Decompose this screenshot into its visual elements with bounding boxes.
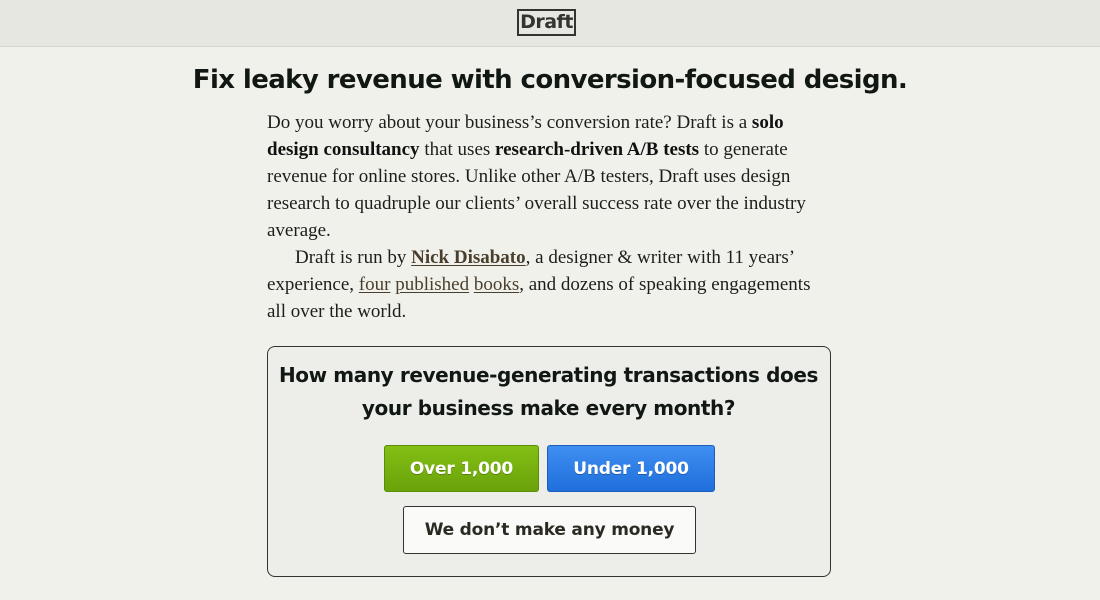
book-link-books[interactable]: books (474, 274, 519, 295)
over-1000-button[interactable]: Over 1,000 (384, 445, 539, 492)
intro-paragraph-1: Do you worry about your business’s conve… (267, 109, 833, 244)
book-link-four[interactable]: four (359, 274, 391, 295)
no-money-button[interactable]: We don’t make any money (403, 506, 696, 554)
transactions-quiz: How many revenue-generating transactions… (267, 346, 831, 577)
page-headline: Fix leaky revenue with conversion-focuse… (192, 65, 908, 95)
author-link[interactable]: Nick Disabato (411, 247, 526, 268)
intro-text: Do you worry about your business’s conve… (267, 109, 833, 325)
intro-p1-text-1: Do you worry about your business’s conve… (267, 112, 752, 133)
intro-p1-bold-2: research-driven A/B tests (495, 139, 700, 160)
draft-logo[interactable]: Draft (517, 9, 576, 36)
intro-p2-text-1: Draft is run by (295, 247, 412, 268)
intro-p1-text-2: that uses (419, 139, 496, 160)
intro-paragraph-2: Draft is run by Nick Disabato, a designe… (267, 244, 833, 325)
book-link-published[interactable]: published (395, 274, 469, 295)
quiz-question: How many revenue-generating transactions… (278, 363, 819, 420)
under-1000-button[interactable]: Under 1,000 (547, 445, 715, 492)
site-header: Draft (0, 0, 1100, 47)
